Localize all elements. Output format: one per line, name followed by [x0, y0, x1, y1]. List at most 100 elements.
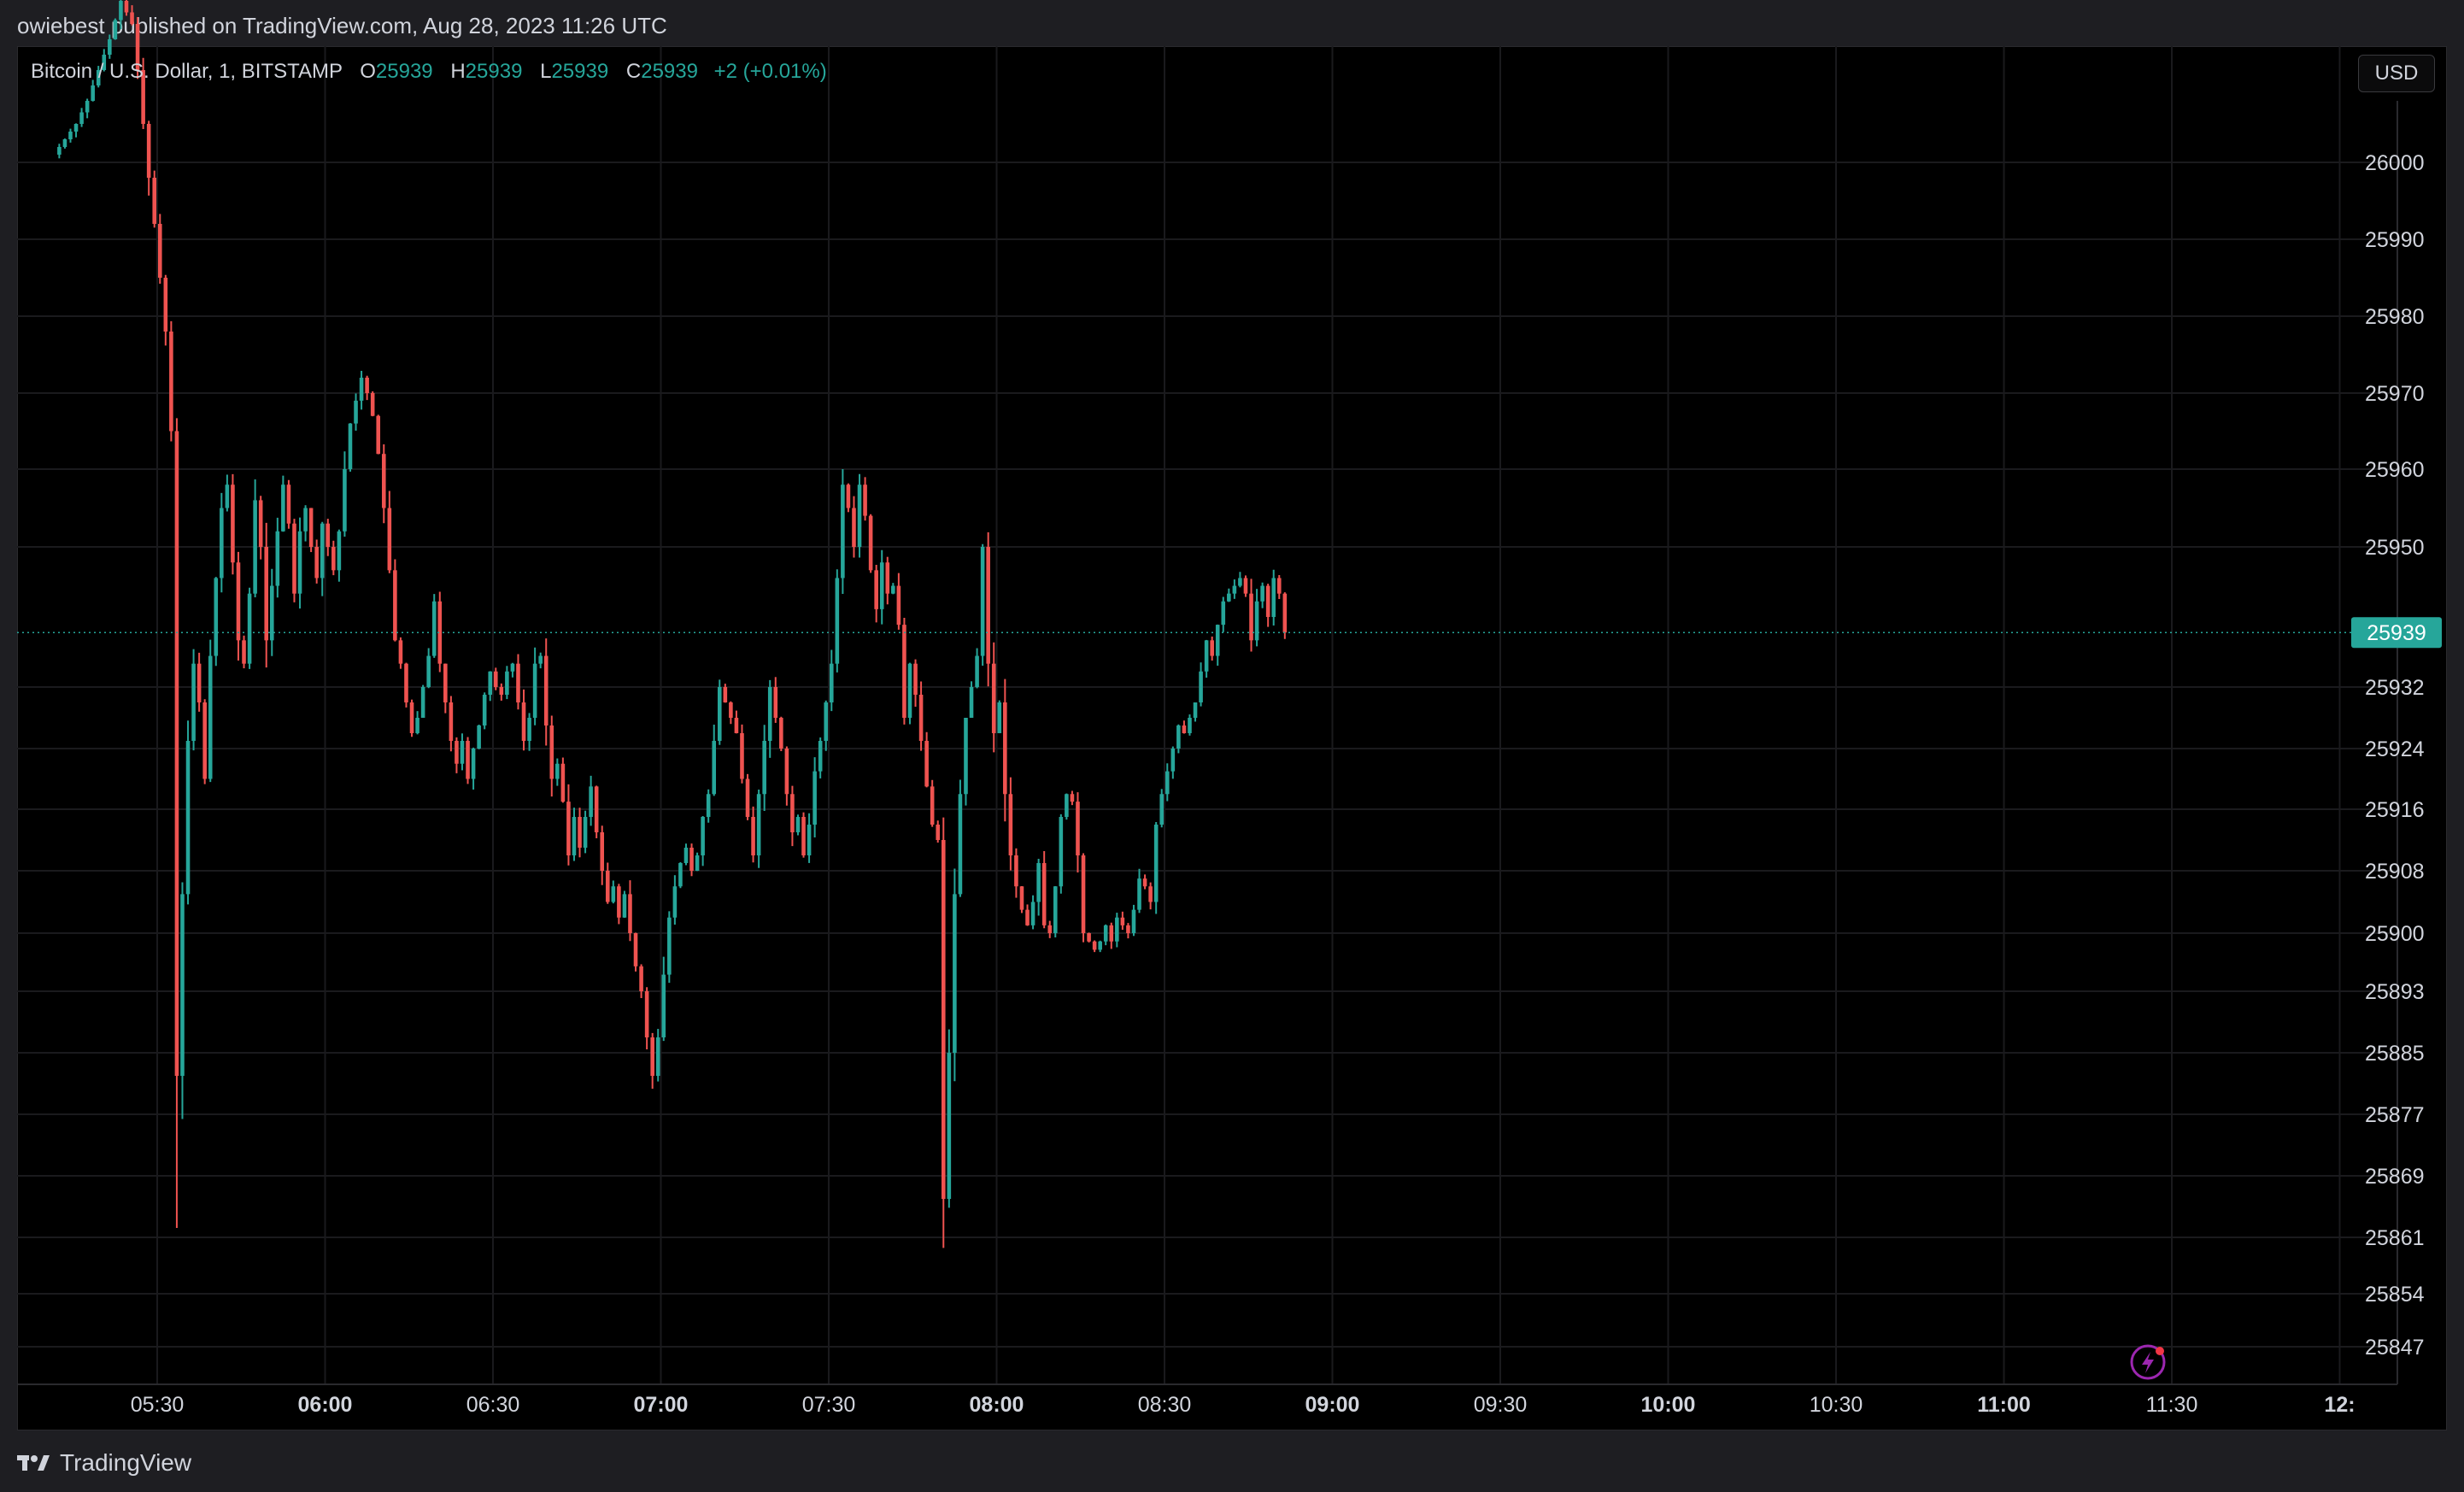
candle-body[interactable] [734, 718, 739, 733]
candle-body[interactable] [163, 278, 168, 332]
candle-body[interactable] [108, 39, 112, 55]
candle-body[interactable] [672, 886, 678, 918]
candle-body[interactable] [157, 224, 162, 278]
candle-body[interactable] [532, 663, 537, 718]
candle-body[interactable] [365, 378, 369, 393]
candle-body[interactable] [701, 817, 705, 855]
candle-body[interactable] [91, 85, 95, 101]
candle-body[interactable] [622, 894, 627, 918]
candle-body[interactable] [482, 695, 487, 725]
candle-body[interactable] [835, 578, 840, 664]
candle-body[interactable] [555, 763, 560, 779]
candle-body[interactable] [208, 655, 213, 779]
candle-body[interactable] [907, 663, 912, 718]
candle-body[interactable] [594, 786, 599, 832]
candle-body[interactable] [202, 702, 207, 779]
candle-body[interactable] [1276, 578, 1282, 594]
candle-body[interactable] [130, 12, 134, 25]
candle-body[interactable] [617, 886, 621, 918]
candle-body[interactable] [1271, 578, 1276, 617]
candle-body[interactable] [644, 991, 649, 1037]
candle-body[interactable] [958, 794, 963, 895]
candle-body[interactable] [477, 725, 481, 749]
candle-body[interactable] [426, 655, 431, 687]
candle-body[interactable] [247, 593, 252, 664]
candle-body[interactable] [409, 702, 414, 733]
candle-body[interactable] [1159, 794, 1165, 825]
candle-body[interactable] [1227, 593, 1231, 602]
candle-body[interactable] [941, 840, 946, 1199]
candle-body[interactable] [779, 718, 783, 749]
candle-body[interactable] [918, 695, 924, 741]
candle-body[interactable] [119, 1, 123, 21]
candle-body[interactable] [292, 523, 296, 594]
candle-body[interactable] [1041, 863, 1047, 925]
candle-body[interactable] [381, 454, 386, 508]
candle-body[interactable] [628, 894, 632, 933]
candle-body[interactable] [1170, 749, 1176, 772]
candle-body[interactable] [253, 500, 257, 594]
candle-body[interactable] [1153, 825, 1159, 902]
candle-body[interactable] [964, 718, 968, 795]
candle-body[interactable] [846, 485, 851, 508]
candle-body[interactable] [1025, 909, 1030, 925]
candle-body[interactable] [829, 663, 834, 702]
candle-body[interactable] [73, 124, 79, 132]
candle-body[interactable] [756, 794, 761, 855]
candle-body[interactable] [264, 547, 269, 641]
candle-body[interactable] [62, 139, 67, 147]
candle-body[interactable] [443, 663, 448, 702]
candle-body[interactable] [185, 741, 191, 895]
candle-body[interactable] [303, 508, 308, 532]
candle-body[interactable] [639, 966, 643, 991]
candle-body[interactable] [695, 855, 700, 871]
symbol-name[interactable]: Bitcoin / U.S. Dollar, 1, BITSTAMP [31, 60, 343, 83]
candle-body[interactable] [337, 531, 342, 571]
candle-body[interactable] [1238, 578, 1242, 586]
candle-body[interactable] [1131, 909, 1136, 933]
candle-body[interactable] [1199, 671, 1203, 702]
candle-body[interactable] [449, 702, 454, 741]
candle-body[interactable] [1115, 917, 1119, 942]
candle-body[interactable] [79, 112, 84, 125]
candle-body[interactable] [1182, 725, 1187, 733]
candle-body[interactable] [488, 671, 493, 695]
candle-body[interactable] [813, 771, 817, 825]
candle-body[interactable] [740, 733, 744, 779]
candle-body[interactable] [1142, 878, 1147, 887]
candle-body[interactable] [1047, 925, 1053, 933]
candle-body[interactable] [1014, 855, 1018, 887]
candle-body[interactable] [975, 655, 979, 687]
candle-body[interactable] [527, 718, 531, 741]
candle-body[interactable] [896, 585, 901, 626]
candle-body[interactable] [1003, 702, 1007, 795]
candle-body[interactable] [242, 640, 246, 664]
candle-body[interactable] [297, 531, 302, 594]
candle-body[interactable] [1260, 585, 1264, 602]
candle-body[interactable] [415, 718, 419, 733]
candle-body[interactable] [745, 778, 750, 818]
lightning-icon[interactable] [2129, 1343, 2172, 1386]
candle-body[interactable] [169, 332, 173, 432]
candle-body[interactable] [343, 469, 347, 532]
candle-body[interactable] [712, 741, 717, 795]
candle-body[interactable] [220, 508, 224, 579]
candle-body[interactable] [521, 702, 526, 741]
candle-body[interactable] [947, 1053, 952, 1199]
candle-body[interactable] [1210, 640, 1214, 656]
candle-body[interactable] [560, 763, 566, 802]
candle-body[interactable] [801, 817, 806, 855]
candle-body[interactable] [784, 749, 789, 795]
candle-body[interactable] [1076, 802, 1080, 855]
candle-body[interactable] [174, 431, 179, 1077]
candle-body[interactable] [605, 871, 610, 902]
candle-body[interactable] [1030, 902, 1035, 925]
candle-body[interactable] [1137, 878, 1141, 910]
candle-body[interactable] [493, 671, 498, 687]
candle-body[interactable] [1204, 640, 1209, 672]
candle-body[interactable] [885, 562, 890, 594]
candle-body[interactable] [578, 817, 582, 848]
candle-body[interactable] [320, 523, 325, 579]
candle-body[interactable] [1265, 585, 1270, 617]
candle-body[interactable] [1188, 718, 1192, 733]
